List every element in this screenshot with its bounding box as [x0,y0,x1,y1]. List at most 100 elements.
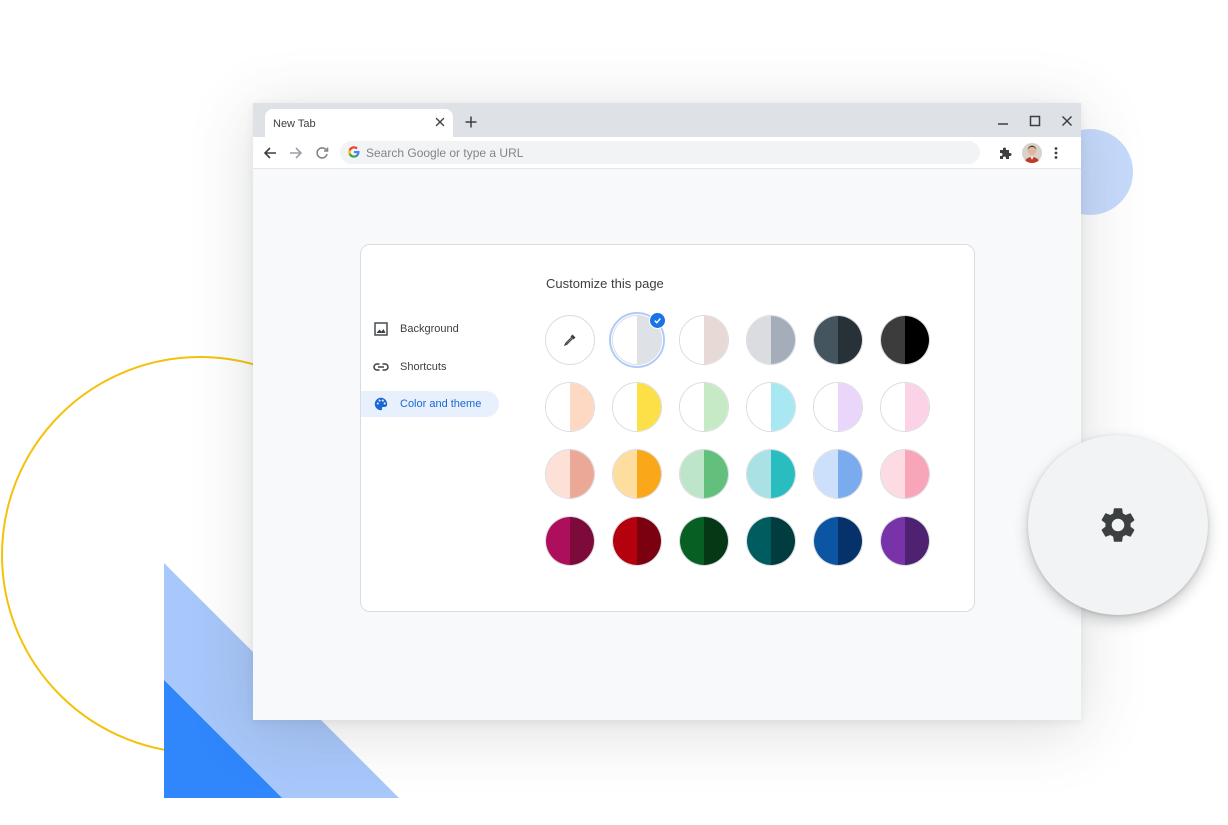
settings-button[interactable] [1028,435,1208,615]
theme-swatch-dark-pink-red[interactable] [545,516,595,566]
swatch-left-half [747,383,771,431]
image-icon [372,320,390,338]
more-vert-icon [1054,147,1058,159]
theme-swatch-green-white[interactable] [679,382,729,432]
profile-avatar[interactable] [1022,143,1042,163]
menu-button[interactable] [1047,144,1065,162]
avatar-icon [1022,143,1042,163]
theme-swatch-light-blue[interactable] [813,449,863,499]
plus-icon [465,116,477,128]
theme-swatch-beige-white[interactable] [545,382,595,432]
theme-swatch-custom[interactable] [545,315,595,365]
theme-swatch-warm-grey[interactable] [679,315,729,365]
tab-strip: New Tab [253,103,1081,137]
link-icon [372,358,390,376]
theme-swatch-dark-red-orange[interactable] [612,516,662,566]
theme-swatch-peach[interactable] [545,449,595,499]
swatch-right-half [771,383,795,431]
swatch-left-half [680,450,704,498]
maximize-button[interactable] [1027,113,1043,129]
swatch-left-half [747,316,771,364]
customize-title: Customize this page [546,276,664,291]
swatch-left-half [881,383,905,431]
theme-swatch-pink-white[interactable] [880,382,930,432]
browser-window: New Tab Search Google or type a URL Back… [253,103,1081,720]
reload-button[interactable] [313,144,331,162]
google-g-icon [348,146,360,158]
palette-icon [372,395,390,413]
theme-swatch-dark-teal[interactable] [746,516,796,566]
customize-card: Background Shortcuts Color and theme Cus… [360,244,975,612]
theme-swatch-light-teal-white[interactable] [746,382,796,432]
swatch-right-half [771,316,795,364]
swatch-right-half [838,517,862,565]
tab-close-button[interactable] [433,115,447,129]
swatch-right-half [838,316,862,364]
swatch-left-half [747,450,771,498]
puzzle-icon [1000,147,1012,159]
arrow-left-icon [263,147,276,159]
swatch-left-half [814,383,838,431]
nav-item-shortcuts[interactable]: Shortcuts [361,354,499,380]
swatch-right-half [838,450,862,498]
swatch-left-half [613,517,637,565]
swatch-right-half [704,316,728,364]
swatch-left-half [814,450,838,498]
swatch-right-half [771,517,795,565]
new-tab-button[interactable] [463,114,479,130]
close-icon [1061,115,1073,127]
swatch-left-half [881,450,905,498]
gear-icon [1101,508,1135,542]
theme-swatch-black[interactable] [880,315,930,365]
swatch-left-half [613,383,637,431]
theme-swatch-grid [545,312,933,568]
swatch-right-half [570,450,594,498]
swatch-left-half [546,383,570,431]
maximize-icon [1029,115,1041,127]
theme-swatch-yellow-white[interactable] [612,382,662,432]
swatch-left-half [814,517,838,565]
selected-check-badge [649,312,666,329]
minimize-icon [998,123,1008,125]
minimize-button[interactable] [995,113,1011,129]
swatch-left-half [680,383,704,431]
tab-title: New Tab [273,118,316,130]
back-button[interactable] [261,144,279,162]
theme-swatch-dark-green[interactable] [679,516,729,566]
forward-button[interactable] [287,144,305,162]
window-close-button[interactable] [1059,113,1075,129]
swatch-right-half [771,450,795,498]
swatch-right-half [704,450,728,498]
swatch-right-half [570,383,594,431]
theme-swatch-cool-grey[interactable] [746,315,796,365]
omnibox-input[interactable] [366,141,966,164]
theme-swatch-orange[interactable] [612,449,662,499]
swatch-left-half [881,316,905,364]
reload-icon [316,147,329,159]
swatch-left-half [881,517,905,565]
swatch-left-half [613,450,637,498]
close-icon [435,117,445,127]
theme-swatch-light-pink[interactable] [880,449,930,499]
theme-swatch-midnight-blue[interactable] [813,315,863,365]
omnibox[interactable] [340,141,980,164]
theme-swatch-dark-blue[interactable] [813,516,863,566]
swatch-left-half [613,316,637,364]
nav-item-background[interactable]: Background [361,316,499,342]
swatch-right-half [905,450,929,498]
theme-swatch-purple[interactable] [880,516,930,566]
swatch-right-half [905,517,929,565]
swatch-left-half [546,450,570,498]
swatch-left-half [680,517,704,565]
swatch-right-half [905,383,929,431]
nav-item-color-and-theme[interactable]: Color and theme [361,391,499,417]
swatch-right-half [637,383,661,431]
theme-swatch-green[interactable] [679,449,729,499]
theme-swatch-light-teal[interactable] [746,449,796,499]
swatch-left-half [546,517,570,565]
check-icon [654,318,661,324]
extensions-button[interactable] [996,144,1014,162]
tab-new-tab[interactable]: New Tab [265,109,453,137]
swatch-right-half [637,450,661,498]
theme-swatch-light-purple-white[interactable] [813,382,863,432]
